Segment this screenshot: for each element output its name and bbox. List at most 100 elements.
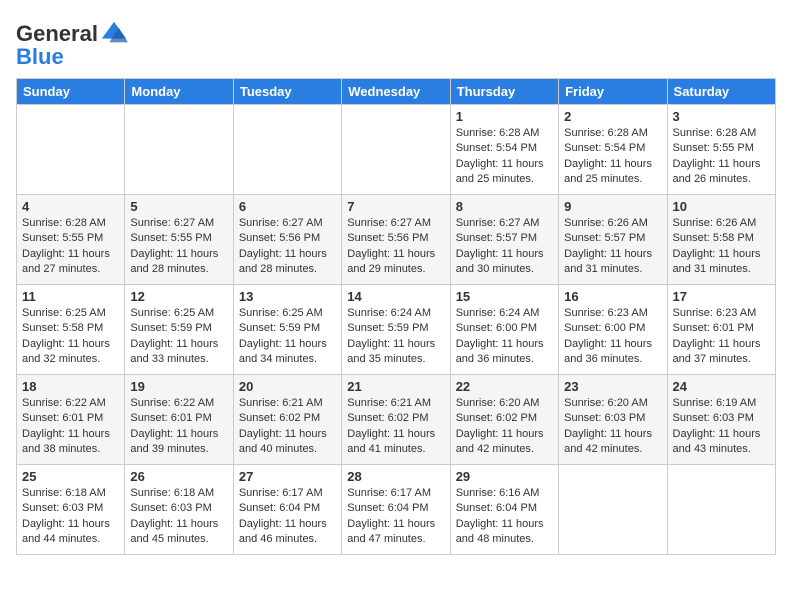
day-number: 25 [22, 469, 119, 484]
day-number: 14 [347, 289, 444, 304]
day-header-saturday: Saturday [667, 79, 775, 105]
cell-content: Sunrise: 6:24 AMSunset: 5:59 PMDaylight:… [347, 306, 444, 368]
cell-content: Sunrise: 6:22 AMSunset: 6:01 PMDaylight:… [130, 396, 227, 458]
logo-icon [100, 20, 128, 48]
calendar-cell: 14 Sunrise: 6:24 AMSunset: 5:59 PMDayligh… [342, 285, 450, 375]
calendar-cell [342, 105, 450, 195]
cell-content: Sunrise: 6:21 AMSunset: 6:02 PMDaylight:… [347, 396, 444, 458]
cell-content: Sunrise: 6:28 AMSunset: 5:55 PMDaylight:… [22, 216, 119, 278]
logo-text: General [16, 23, 98, 45]
calendar-cell: 28 Sunrise: 6:17 AMSunset: 6:04 PMDayligh… [342, 465, 450, 555]
cell-content: Sunrise: 6:23 AMSunset: 6:01 PMDaylight:… [673, 306, 770, 368]
calendar-cell: 18Sunrise: 6:22 AMSunset: 6:01 PMDayligh… [17, 375, 125, 465]
day-header-tuesday: Tuesday [233, 79, 341, 105]
cell-content: Sunrise: 6:24 AMSunset: 6:00 PMDaylight:… [456, 306, 553, 368]
cell-content: Sunrise: 6:27 AMSunset: 5:56 PMDaylight:… [239, 216, 336, 278]
calendar-cell: 25 Sunrise: 6:18 AMSunset: 6:03 PMDayligh… [17, 465, 125, 555]
calendar-cell: 23 Sunrise: 6:20 AMSunset: 6:03 PMDayligh… [559, 375, 667, 465]
calendar-cell [559, 465, 667, 555]
day-number: 13 [239, 289, 336, 304]
day-number: 22 [456, 379, 553, 394]
calendar-cell [233, 105, 341, 195]
cell-content: Sunrise: 6:25 AMSunset: 5:59 PMDaylight:… [130, 306, 227, 368]
calendar-cell: 4 Sunrise: 6:28 AMSunset: 5:55 PMDaylight… [17, 195, 125, 285]
day-number: 2 [564, 109, 661, 124]
day-number: 28 [347, 469, 444, 484]
page-header: General Blue [16, 16, 776, 70]
calendar-cell [667, 465, 775, 555]
calendar-cell: 3 Sunrise: 6:28 AMSunset: 5:55 PMDaylight… [667, 105, 775, 195]
cell-content: Sunrise: 6:25 AMSunset: 5:59 PMDaylight:… [239, 306, 336, 368]
calendar-cell: 9 Sunrise: 6:26 AMSunset: 5:57 PMDaylight… [559, 195, 667, 285]
day-number: 10 [673, 199, 770, 214]
day-number: 11 [22, 289, 119, 304]
day-number: 6 [239, 199, 336, 214]
week-row-2: 4 Sunrise: 6:28 AMSunset: 5:55 PMDaylight… [17, 195, 776, 285]
cell-content: Sunrise: 6:18 AMSunset: 6:03 PMDaylight:… [22, 486, 119, 548]
cell-content: Sunrise: 6:25 AMSunset: 5:58 PMDaylight:… [22, 306, 119, 368]
day-number: 8 [456, 199, 553, 214]
day-number: 29 [456, 469, 553, 484]
day-number: 4 [22, 199, 119, 214]
day-number: 27 [239, 469, 336, 484]
cell-content: Sunrise: 6:16 AMSunset: 6:04 PMDaylight:… [456, 486, 553, 548]
day-number: 7 [347, 199, 444, 214]
day-header-friday: Friday [559, 79, 667, 105]
day-number: 3 [673, 109, 770, 124]
day-number: 23 [564, 379, 661, 394]
calendar-cell: 8 Sunrise: 6:27 AMSunset: 5:57 PMDaylight… [450, 195, 558, 285]
day-headers-row: SundayMondayTuesdayWednesdayThursdayFrid… [17, 79, 776, 105]
cell-content: Sunrise: 6:17 AMSunset: 6:04 PMDaylight:… [347, 486, 444, 548]
day-header-wednesday: Wednesday [342, 79, 450, 105]
day-number: 19 [130, 379, 227, 394]
week-row-3: 11 Sunrise: 6:25 AMSunset: 5:58 PMDayligh… [17, 285, 776, 375]
day-number: 20 [239, 379, 336, 394]
day-number: 18 [22, 379, 119, 394]
cell-content: Sunrise: 6:27 AMSunset: 5:56 PMDaylight:… [347, 216, 444, 278]
cell-content: Sunrise: 6:17 AMSunset: 6:04 PMDaylight:… [239, 486, 336, 548]
calendar-cell: 1Sunrise: 6:28 AMSunset: 5:54 PMDaylight… [450, 105, 558, 195]
calendar-cell: 11 Sunrise: 6:25 AMSunset: 5:58 PMDayligh… [17, 285, 125, 375]
calendar-cell: 17 Sunrise: 6:23 AMSunset: 6:01 PMDayligh… [667, 285, 775, 375]
cell-content: Sunrise: 6:21 AMSunset: 6:02 PMDaylight:… [239, 396, 336, 458]
calendar-cell [125, 105, 233, 195]
calendar-cell: 2 Sunrise: 6:28 AMSunset: 5:54 PMDaylight… [559, 105, 667, 195]
calendar-cell: 24Sunrise: 6:19 AMSunset: 6:03 PMDayligh… [667, 375, 775, 465]
calendar-cell: 27 Sunrise: 6:17 AMSunset: 6:04 PMDayligh… [233, 465, 341, 555]
calendar-cell [17, 105, 125, 195]
cell-content: Sunrise: 6:20 AMSunset: 6:03 PMDaylight:… [564, 396, 661, 458]
cell-content: Sunrise: 6:26 AMSunset: 5:58 PMDaylight:… [673, 216, 770, 278]
logo: General Blue [16, 20, 128, 70]
day-number: 9 [564, 199, 661, 214]
week-row-1: 1 Sunrise: 6:28 AMSunset: 5:54 PMDaylight… [17, 105, 776, 195]
cell-content: Sunrise: 6:26 AMSunset: 5:57 PMDaylight:… [564, 216, 661, 278]
cell-content: Sunrise: 6:27 AMSunset: 5:55 PMDaylight:… [130, 216, 227, 278]
cell-content: Sunrise: 6:28 AMSunset: 5:55 PMDaylight:… [673, 126, 770, 188]
calendar-cell: 21Sunrise: 6:21 AMSunset: 6:02 PMDayligh… [342, 375, 450, 465]
cell-content: Sunrise: 6:18 AMSunset: 6:03 PMDaylight:… [130, 486, 227, 548]
cell-content: Sunrise: 6:23 AMSunset: 6:00 PMDaylight:… [564, 306, 661, 368]
day-number: 17 [673, 289, 770, 304]
calendar-cell: 6 Sunrise: 6:27 AMSunset: 5:56 PMDaylight… [233, 195, 341, 285]
day-number: 16 [564, 289, 661, 304]
day-number: 15 [456, 289, 553, 304]
day-number: 26 [130, 469, 227, 484]
calendar-cell: 26 Sunrise: 6:18 AMSunset: 6:03 PMDayligh… [125, 465, 233, 555]
day-number: 24 [673, 379, 770, 394]
calendar-cell: 15 Sunrise: 6:24 AMSunset: 6:00 PMDayligh… [450, 285, 558, 375]
cell-content: Sunrise: 6:27 AMSunset: 5:57 PMDaylight:… [456, 216, 553, 278]
cell-content: Sunrise: 6:20 AMSunset: 6:02 PMDaylight:… [456, 396, 553, 458]
calendar-cell: 19 Sunrise: 6:22 AMSunset: 6:01 PMDayligh… [125, 375, 233, 465]
day-number: 12 [130, 289, 227, 304]
day-number: 1 [456, 109, 553, 124]
calendar-cell: 13 Sunrise: 6:25 AMSunset: 5:59 PMDayligh… [233, 285, 341, 375]
calendar-cell: 10 Sunrise: 6:26 AMSunset: 5:58 PMDayligh… [667, 195, 775, 285]
calendar-cell: 20 Sunrise: 6:21 AMSunset: 6:02 PMDayligh… [233, 375, 341, 465]
day-number: 5 [130, 199, 227, 214]
day-header-thursday: Thursday [450, 79, 558, 105]
calendar-cell: 16 Sunrise: 6:23 AMSunset: 6:00 PMDayligh… [559, 285, 667, 375]
cell-content: Sunrise: 6:28 AMSunset: 5:54 PMDaylight:… [564, 126, 661, 188]
day-header-sunday: Sunday [17, 79, 125, 105]
calendar-cell: 5 Sunrise: 6:27 AMSunset: 5:55 PMDaylight… [125, 195, 233, 285]
week-row-4: 18 Sunrise: 6:22 AMSunset: 6:01 PMDayligh… [17, 375, 776, 465]
